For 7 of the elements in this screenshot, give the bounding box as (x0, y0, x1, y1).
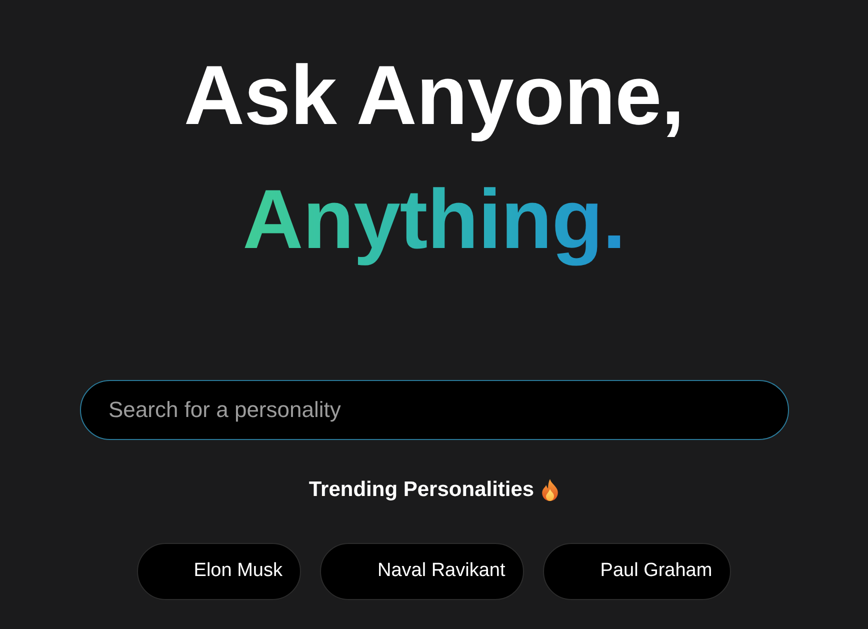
personality-chip[interactable]: Paul Graham (543, 543, 732, 600)
trending-title: Trending Personalities (308, 477, 534, 503)
personality-chip[interactable]: Elon Musk (136, 543, 302, 600)
headline-text: Ask Anyone, (184, 47, 684, 144)
personality-chip[interactable]: Naval Ravikant (320, 543, 524, 600)
search-field[interactable]: Search for a personality (80, 380, 788, 440)
fire-icon (541, 479, 560, 501)
